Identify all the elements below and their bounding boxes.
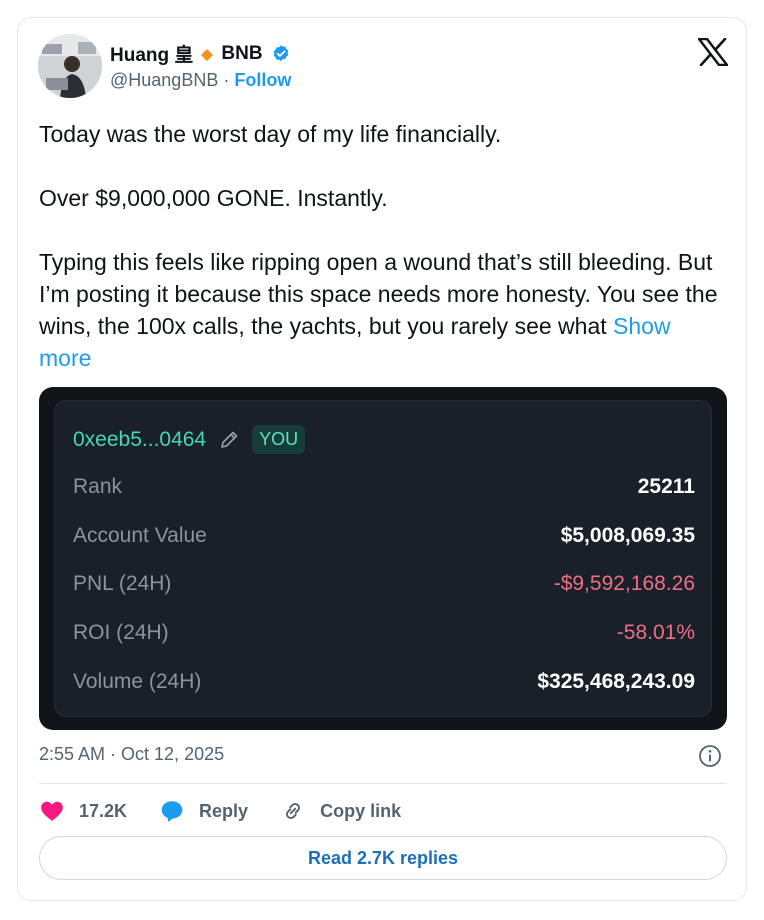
address-row: 0xeeb5...0464 YOU bbox=[73, 425, 306, 454]
read-replies-button[interactable]: Read 2.7K replies bbox=[39, 836, 727, 880]
divider bbox=[39, 783, 727, 784]
copy-link-button[interactable]: Copy link bbox=[280, 798, 401, 824]
pnl-panel: 0xeeb5...0464 YOU Rank 25211 Account Val… bbox=[54, 400, 712, 717]
stat-row-volume: Volume (24H) $325,468,243.09 bbox=[73, 670, 695, 694]
tweet-timestamp[interactable]: 2:55 AM · Oct 12, 2025 bbox=[39, 744, 224, 765]
stat-value: -$9,592,168.26 bbox=[553, 572, 695, 595]
info-icon[interactable] bbox=[698, 744, 722, 768]
stat-row-pnl: PNL (24H) -$9,592,168.26 bbox=[73, 572, 695, 596]
author-name[interactable]: Huang 皇 bbox=[110, 40, 193, 67]
author-badge-label: BNB bbox=[221, 42, 263, 64]
like-count: 17.2K bbox=[79, 800, 128, 821]
handle-row: @HuangBNB · Follow bbox=[110, 70, 291, 91]
avatar[interactable] bbox=[38, 34, 102, 98]
reply-icon bbox=[161, 801, 183, 822]
stat-label: Rank bbox=[73, 475, 123, 498]
wallet-address: 0xeeb5...0464 bbox=[73, 427, 207, 451]
author-handle[interactable]: @HuangBNB bbox=[110, 70, 218, 90]
you-badge: YOU bbox=[252, 425, 306, 454]
stat-value: $5,008,069.35 bbox=[560, 524, 695, 547]
tweet-paragraph: Over $9,000,000 GONE. Instantly. bbox=[39, 185, 388, 211]
link-icon bbox=[286, 802, 301, 820]
tweet-card: Huang 皇 BNB @HuangBNB · Follow Today was… bbox=[17, 17, 747, 901]
stat-row-account-value: Account Value $5,008,069.35 bbox=[73, 524, 695, 548]
tweet-text: Today was the worst day of my life finan… bbox=[39, 118, 729, 374]
stat-label: ROI (24H) bbox=[73, 621, 169, 644]
stat-label: Volume (24H) bbox=[73, 670, 202, 693]
diamond-icon bbox=[201, 48, 214, 61]
x-logo-icon[interactable] bbox=[697, 37, 729, 67]
copy-link-label: Copy link bbox=[320, 800, 402, 821]
stat-row-roi: ROI (24H) -58.01% bbox=[73, 621, 695, 645]
like-button[interactable]: 17.2K bbox=[39, 798, 127, 824]
tweet-paragraph: Typing this feels like ripping open a wo… bbox=[39, 246, 729, 374]
stat-label: Account Value bbox=[73, 524, 207, 547]
stat-row-rank: Rank 25211 bbox=[73, 475, 695, 499]
heart-icon bbox=[41, 801, 63, 821]
verified-icon bbox=[271, 44, 291, 64]
action-bar: 17.2K Reply Copy link bbox=[39, 798, 401, 824]
tweet-media-image[interactable]: 0xeeb5...0464 YOU Rank 25211 Account Val… bbox=[39, 387, 727, 730]
stat-value: $325,468,243.09 bbox=[537, 670, 695, 693]
follow-button[interactable]: Follow bbox=[234, 70, 291, 90]
pencil-icon bbox=[218, 429, 240, 451]
author-name-row: Huang 皇 BNB bbox=[110, 40, 291, 67]
stat-value: -58.01% bbox=[616, 621, 695, 644]
reply-label: Reply bbox=[199, 800, 249, 821]
tweet-paragraph: Today was the worst day of my life finan… bbox=[39, 121, 502, 147]
reply-button[interactable]: Reply bbox=[159, 798, 248, 824]
stat-value: 25211 bbox=[637, 475, 695, 498]
stat-label: PNL (24H) bbox=[73, 572, 172, 595]
separator: · bbox=[223, 70, 230, 90]
